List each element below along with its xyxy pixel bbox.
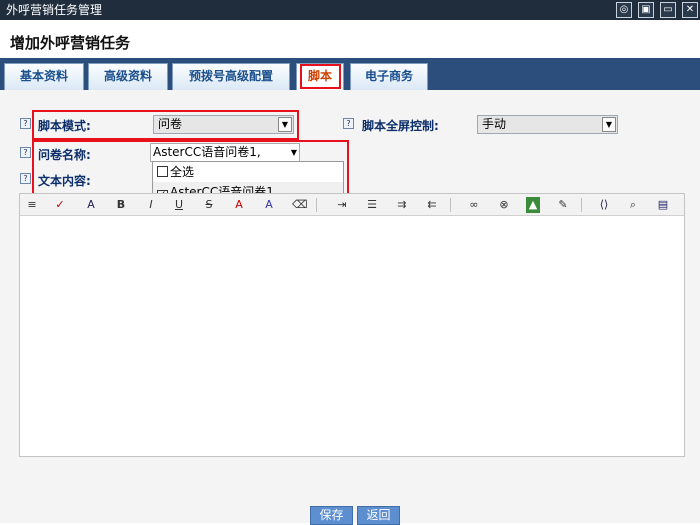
tab-advanced-info[interactable]: 高级资料 (88, 63, 168, 90)
format-icon[interactable]: ≡ (25, 197, 39, 213)
script-mode-label: 脚本模式: (38, 119, 91, 133)
underline-icon[interactable]: U (172, 197, 186, 213)
window-titlebar: 外呼营销任务管理 ◎ ▣ ▭ ✕ (0, 0, 700, 20)
settings-icon[interactable]: ◎ (616, 2, 632, 18)
restore-icon[interactable]: ▭ (660, 2, 676, 18)
text-content-label: 文本内容: (38, 174, 91, 188)
editor-toolbar: ≡ ✓ A B I U S A A ⌫ ⇥ ☰ ⇉ ⇇ ∞ ⊗ ▲ ✎ ⟨⟩ ⌕… (20, 194, 684, 216)
strikethrough-icon[interactable]: S (202, 197, 216, 213)
tab-basic-info[interactable]: 基本资料 (4, 63, 84, 90)
unlink-icon[interactable]: ⊗ (496, 197, 512, 213)
save-button[interactable]: 保存 (310, 506, 353, 525)
window-title: 外呼营销任务管理 (6, 3, 103, 17)
italic-icon[interactable]: I (144, 197, 158, 213)
font-color-icon[interactable]: A (84, 197, 98, 213)
tab-script[interactable]: 脚本 (296, 63, 344, 90)
fullscreen-select[interactable]: 手动 ▼ (477, 115, 618, 134)
indent-icon[interactable]: ⇉ (395, 197, 409, 213)
fullscreen-icon[interactable]: ▤ (656, 197, 670, 213)
option-label: 全选 (170, 165, 195, 179)
checkbox-unchecked-icon[interactable] (157, 166, 168, 177)
option-select-all[interactable]: 全选 (153, 162, 343, 182)
tab-predial-config[interactable]: 预拨号高级配置 (172, 63, 290, 90)
source-icon[interactable]: ⟨⟩ (596, 197, 612, 213)
questionnaire-select[interactable]: AsterCC语音问卷1, ▼ (150, 143, 300, 162)
rich-text-editor[interactable]: ≡ ✓ A B I U S A A ⌫ ⇥ ☰ ⇉ ⇇ ∞ ⊗ ▲ ✎ ⟨⟩ ⌕… (19, 193, 685, 457)
page-header: 增加外呼营销任务 (0, 20, 700, 60)
close-icon[interactable]: ✕ (682, 2, 698, 18)
link-icon[interactable]: ∞ (466, 197, 482, 213)
spellcheck-icon[interactable]: ✓ (53, 197, 67, 213)
preview-icon[interactable]: ⌕ (626, 197, 640, 213)
outdent-icon[interactable]: ⇇ (425, 197, 439, 213)
toolbar-divider (450, 198, 451, 212)
highlight-icon[interactable]: A (262, 197, 276, 213)
chevron-down-icon: ▼ (278, 117, 292, 132)
maximize-icon[interactable]: ▣ (638, 2, 654, 18)
clear-format-icon[interactable]: ⌫ (292, 197, 308, 213)
text-color-icon[interactable]: A (232, 197, 246, 213)
ordered-list-icon[interactable]: ⇥ (335, 197, 349, 213)
help-icon[interactable]: ? (20, 173, 31, 184)
fullscreen-value: 手动 (482, 117, 507, 131)
image-icon[interactable]: ▲ (526, 197, 540, 213)
chevron-down-icon: ▼ (290, 148, 297, 157)
tab-bar: 基本资料 高级资料 预拨号高级配置 脚本 电子商务 (0, 58, 700, 90)
fullscreen-label: 脚本全屏控制: (362, 119, 439, 133)
unordered-list-icon[interactable]: ☰ (365, 197, 379, 213)
window-controls: ◎ ▣ ▭ ✕ (616, 2, 698, 18)
script-mode-value: 问卷 (158, 117, 183, 131)
page-title: 增加外呼营销任务 (10, 34, 131, 52)
toolbar-divider (316, 198, 317, 212)
script-mode-select[interactable]: 问卷 ▼ (153, 115, 294, 134)
edit-icon[interactable]: ✎ (556, 197, 570, 213)
help-icon[interactable]: ? (20, 147, 31, 158)
tab-ecommerce[interactable]: 电子商务 (350, 63, 428, 90)
chevron-down-icon: ▼ (602, 117, 616, 132)
toolbar-divider (581, 198, 582, 212)
back-button[interactable]: 返回 (357, 506, 400, 525)
bold-icon[interactable]: B (114, 197, 128, 213)
questionnaire-label: 问卷名称: (38, 148, 91, 162)
help-icon[interactable]: ? (20, 118, 31, 129)
questionnaire-value: AsterCC语音问卷1, (153, 145, 261, 159)
help-icon[interactable]: ? (343, 118, 354, 129)
